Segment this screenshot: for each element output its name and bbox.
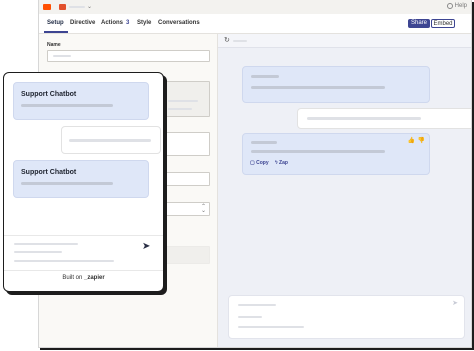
bot-response-line — [251, 150, 385, 153]
tab-conversations[interactable]: Conversations — [158, 20, 200, 26]
preview-header: ↻ — [218, 34, 471, 48]
chatbot-divider — [4, 235, 163, 236]
built-on-zapier[interactable]: Built on _zapier — [4, 275, 163, 281]
tab-actions-label: Actions — [101, 20, 124, 26]
composer-line-1 — [238, 304, 276, 306]
chatbot-input-line-3 — [14, 260, 114, 262]
embed-button[interactable]: Embed — [431, 19, 455, 28]
setup-footer-field — [163, 246, 210, 264]
upload-text-placeholder — [168, 100, 198, 102]
select-stepper-icon: ⌃ ⌄ — [200, 204, 206, 214]
zap-label: Zap — [279, 160, 288, 166]
chatbot-user-line — [69, 139, 151, 142]
chatbot-title-1: Support Chatbot — [21, 91, 77, 98]
chatbot-footer-divider — [4, 270, 163, 271]
built-on-label: Built on — [62, 275, 83, 281]
chevron-down-icon[interactable]: ⌄ — [87, 3, 92, 10]
copy-label: Copy — [256, 160, 269, 166]
refresh-label-placeholder — [233, 40, 247, 42]
chatbot-input-line-2 — [14, 251, 62, 253]
tab-actions[interactable]: Actions 3 — [101, 20, 129, 26]
share-button[interactable]: Share — [408, 19, 430, 28]
tab-setup[interactable]: Setup — [47, 20, 64, 26]
tab-bar: Setup Directive Actions 3 Style Conversat… — [39, 14, 471, 34]
help-link[interactable]: Help — [455, 3, 467, 9]
bot-response: 👍 👎 ▢ Copy ϟ Zap — [242, 133, 430, 175]
description-input[interactable] — [163, 132, 210, 156]
chatbot-user-message — [61, 126, 161, 154]
zap-button[interactable]: ϟ Zap — [275, 160, 288, 166]
zapier-wordmark: _zapier — [84, 275, 105, 281]
thumbs-up-icon[interactable]: 👍 — [408, 137, 415, 144]
chatbot-title-2: Support Chatbot — [21, 169, 77, 176]
bot-message-title — [251, 75, 279, 78]
zapier-logo-icon — [43, 4, 51, 10]
preview-panel: ↻ 👍 👎 ▢ Copy ϟ Zap ➤ — [218, 34, 471, 347]
help-icon[interactable] — [447, 3, 453, 9]
refresh-icon[interactable]: ↻ — [224, 36, 230, 44]
tab-directive[interactable]: Directive — [70, 20, 95, 26]
chatbot-line-1 — [21, 104, 113, 107]
user-message — [297, 108, 471, 129]
active-tab-indicator — [44, 31, 68, 33]
chatbot-input-line-1 — [14, 243, 78, 245]
send-icon[interactable]: ➤ — [142, 241, 150, 252]
top-bar: ⌄ Help — [39, 0, 471, 15]
tab-style[interactable]: Style — [137, 20, 151, 26]
composer-line-2 — [238, 316, 262, 318]
chatbot-name-placeholder — [69, 6, 85, 8]
chatbot-line-2 — [21, 182, 113, 185]
composer-send-icon[interactable]: ➤ — [452, 299, 458, 307]
user-message-line — [307, 117, 421, 120]
bot-message-line — [251, 86, 385, 89]
actions-count-badge: 3 — [126, 20, 130, 26]
chatbot-bot-message-2: Support Chatbot — [13, 160, 149, 198]
name-input-placeholder — [53, 55, 71, 57]
bot-message — [242, 66, 430, 103]
copy-button[interactable]: ▢ Copy — [250, 160, 269, 166]
chatbot-bot-message-1: Support Chatbot — [13, 82, 149, 120]
chatbot-widget: Support Chatbot Support Chatbot ➤ Built … — [3, 72, 164, 292]
composer-line-3 — [238, 326, 304, 328]
upload-hint-placeholder — [168, 108, 192, 110]
model-select[interactable]: ⌃ ⌄ — [163, 202, 210, 216]
thumbs-down-icon[interactable]: 👎 — [418, 137, 425, 144]
message-composer[interactable]: ➤ — [228, 295, 465, 339]
bot-response-title — [251, 141, 277, 144]
name-input[interactable] — [47, 50, 210, 62]
chatbot-app-icon[interactable] — [59, 4, 66, 10]
image-upload-field[interactable] — [163, 81, 210, 117]
name-label: Name — [47, 42, 61, 48]
greeting-input[interactable] — [163, 172, 210, 186]
